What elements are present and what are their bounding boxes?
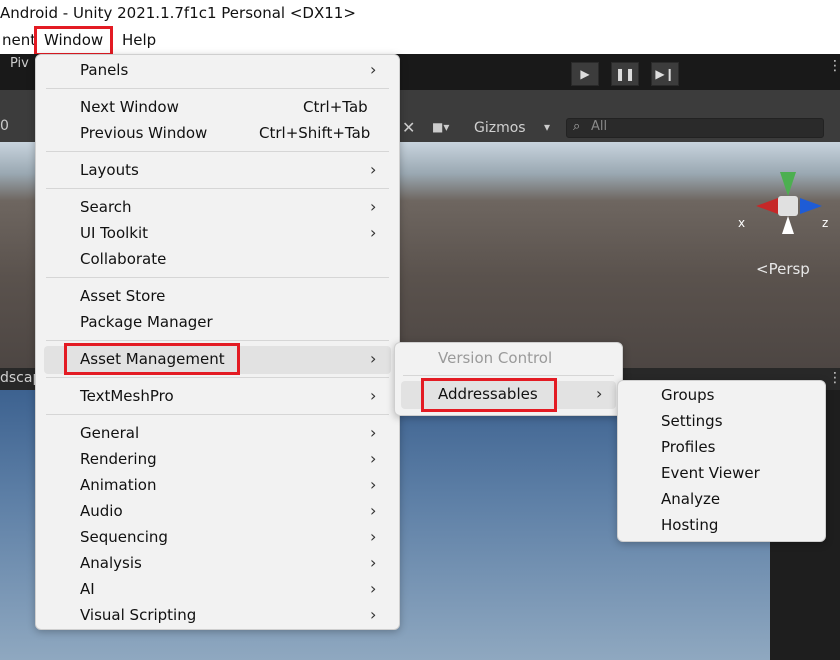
shortcut-label: Ctrl+Shift+Tab (259, 124, 371, 142)
menu-separator (46, 340, 389, 341)
menu-item-rendering[interactable]: Rendering › (36, 447, 399, 473)
chevron-right-icon: › (370, 501, 377, 520)
window-menu: Panels › Next Window Ctrl+Tab Previous W… (35, 54, 400, 630)
chevron-right-icon: › (370, 579, 377, 598)
menu-item-layouts[interactable]: Layouts › (36, 158, 399, 184)
menu-separator (46, 377, 389, 378)
gizmos-dropdown-icon[interactable]: ▾ (544, 120, 550, 134)
menu-item-audio[interactable]: Audio › (36, 499, 399, 525)
chevron-right-icon: › (370, 197, 377, 216)
search-icon: ⌕ (573, 119, 581, 134)
more-options-icon[interactable]: ⋮ (828, 58, 840, 74)
addressables-submenu: Groups Settings Profiles Event Viewer An… (617, 380, 826, 542)
pause-icon: ❚❚ (614, 67, 636, 81)
menu-item-panels[interactable]: Panels › (36, 58, 399, 84)
menu-item-event-viewer[interactable]: Event Viewer (618, 461, 825, 487)
menu-separator (46, 277, 389, 278)
step-button[interactable]: ▶❙ (651, 62, 679, 86)
menu-item-collaborate[interactable]: Collaborate (36, 247, 399, 273)
menu-item-search[interactable]: Search › (36, 195, 399, 221)
menu-item-next-window[interactable]: Next Window Ctrl+Tab (36, 95, 399, 121)
play-icon: ▶ (580, 67, 590, 81)
menu-item-version-control: Version Control (438, 349, 553, 367)
tools-icon[interactable]: ✕ (402, 118, 415, 137)
camera-icon[interactable]: ■▾ (432, 120, 449, 134)
chevron-right-icon: › (370, 160, 377, 179)
chevron-right-icon: › (370, 475, 377, 494)
shortcut-label: Ctrl+Tab (303, 98, 368, 116)
orientation-gizmo[interactable] (756, 172, 822, 242)
menu-item-groups[interactable]: Groups (618, 383, 825, 409)
menu-item-asset-store[interactable]: Asset Store (36, 284, 399, 310)
menu-item-ai[interactable]: AI › (36, 577, 399, 603)
chevron-right-icon: › (596, 384, 603, 403)
menu-separator (46, 414, 389, 415)
menu-separator (46, 88, 389, 89)
menu-separator (46, 151, 389, 152)
pivot-toggle[interactable]: Piv (10, 56, 29, 71)
persp-icon: < (756, 260, 769, 278)
menu-item-analyze[interactable]: Analyze (618, 487, 825, 513)
search-placeholder: All (591, 119, 608, 134)
menu-item-visual-scripting[interactable]: Visual Scripting › (36, 603, 399, 629)
menu-separator (46, 188, 389, 189)
title-bar: Android - Unity 2021.1.7f1c1 Personal <D… (0, 0, 840, 28)
scene-search-input[interactable]: ⌕ All (566, 118, 824, 138)
axis-z-label: z (822, 216, 829, 230)
menu-item-profiles[interactable]: Profiles (618, 435, 825, 461)
menu-item-hosting[interactable]: Hosting (618, 513, 825, 539)
gizmos-button[interactable]: Gizmos (474, 120, 526, 136)
chevron-right-icon: › (370, 605, 377, 624)
pause-button[interactable]: ❚❚ (611, 62, 639, 86)
chevron-right-icon: › (370, 60, 377, 79)
menu-item-animation[interactable]: Animation › (36, 473, 399, 499)
chevron-right-icon: › (370, 553, 377, 572)
more-options-icon[interactable]: ⋮ (828, 370, 840, 386)
window-highlight-box (34, 26, 113, 56)
step-icon: ▶❙ (655, 67, 675, 81)
persp-toggle[interactable]: <Persp (756, 260, 810, 278)
menu-item-general[interactable]: General › (36, 421, 399, 447)
menu-item-sequencing[interactable]: Sequencing › (36, 525, 399, 551)
chevron-right-icon: › (370, 349, 377, 368)
menu-item-settings[interactable]: Settings (618, 409, 825, 435)
menu-item-textmeshpro[interactable]: TextMeshPro › (36, 384, 399, 410)
chevron-right-icon: › (370, 527, 377, 546)
asset-management-submenu: Version Control Addressables › (394, 342, 623, 416)
window-title: Android - Unity 2021.1.7f1c1 Personal <D… (0, 4, 356, 22)
axis-x-label: x (738, 216, 746, 230)
chevron-right-icon: › (370, 386, 377, 405)
chevron-right-icon: › (370, 449, 377, 468)
menu-item-ui-toolkit[interactable]: UI Toolkit › (36, 221, 399, 247)
menubar-item-component[interactable]: nent (0, 31, 38, 49)
layers-count: 0 (0, 118, 9, 134)
menu-item-previous-window[interactable]: Previous Window Ctrl+Shift+Tab (36, 121, 399, 147)
addressables-highlight-box (421, 378, 557, 412)
play-button[interactable]: ▶ (571, 62, 599, 86)
menubar-item-help[interactable]: Help (120, 31, 158, 49)
asset-management-highlight-box (64, 343, 240, 375)
menu-bar: nent Window Help (0, 26, 840, 56)
chevron-right-icon: › (370, 423, 377, 442)
menu-item-package-manager[interactable]: Package Manager (36, 310, 399, 336)
chevron-right-icon: › (370, 223, 377, 242)
menu-item-analysis[interactable]: Analysis › (36, 551, 399, 577)
menu-separator (403, 375, 614, 376)
